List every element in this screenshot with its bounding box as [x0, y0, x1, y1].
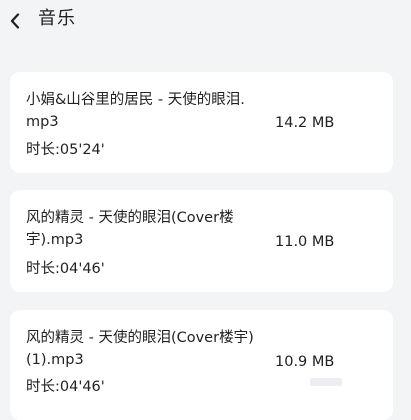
- file-duration: 时长:04'46': [26, 261, 105, 277]
- watermark: [310, 378, 342, 386]
- file-name: 小娟&山谷里的居民 - 天使的眼泪.mp3: [26, 92, 245, 130]
- file-size: 11.0 MB: [275, 234, 335, 250]
- file-size: 10.9 MB: [275, 354, 335, 370]
- file-duration: 时长:04'46': [26, 379, 105, 395]
- chevron-left-icon: [10, 13, 20, 29]
- file-size: 14.2 MB: [275, 115, 335, 131]
- file-card[interactable]: 风的精灵 - 天使的眼泪(Cover楼宇)(1).mp3 10.9 MB 时长:…: [10, 310, 393, 420]
- page-title: 音乐: [38, 8, 76, 29]
- back-button[interactable]: [4, 6, 38, 36]
- file-card[interactable]: 风的精灵 - 天使的眼泪(Cover楼宇).mp3 11.0 MB 时长:04'…: [10, 190, 393, 292]
- app-bar: 音乐: [0, 0, 411, 52]
- file-name: 风的精灵 - 天使的眼泪(Cover楼宇)(1).mp3: [26, 330, 254, 368]
- file-duration: 时长:05'24': [26, 142, 105, 158]
- file-card[interactable]: 小娟&山谷里的居民 - 天使的眼泪.mp3 14.2 MB 时长:05'24': [10, 72, 393, 173]
- file-name: 风的精灵 - 天使的眼泪(Cover楼宇).mp3: [26, 210, 234, 248]
